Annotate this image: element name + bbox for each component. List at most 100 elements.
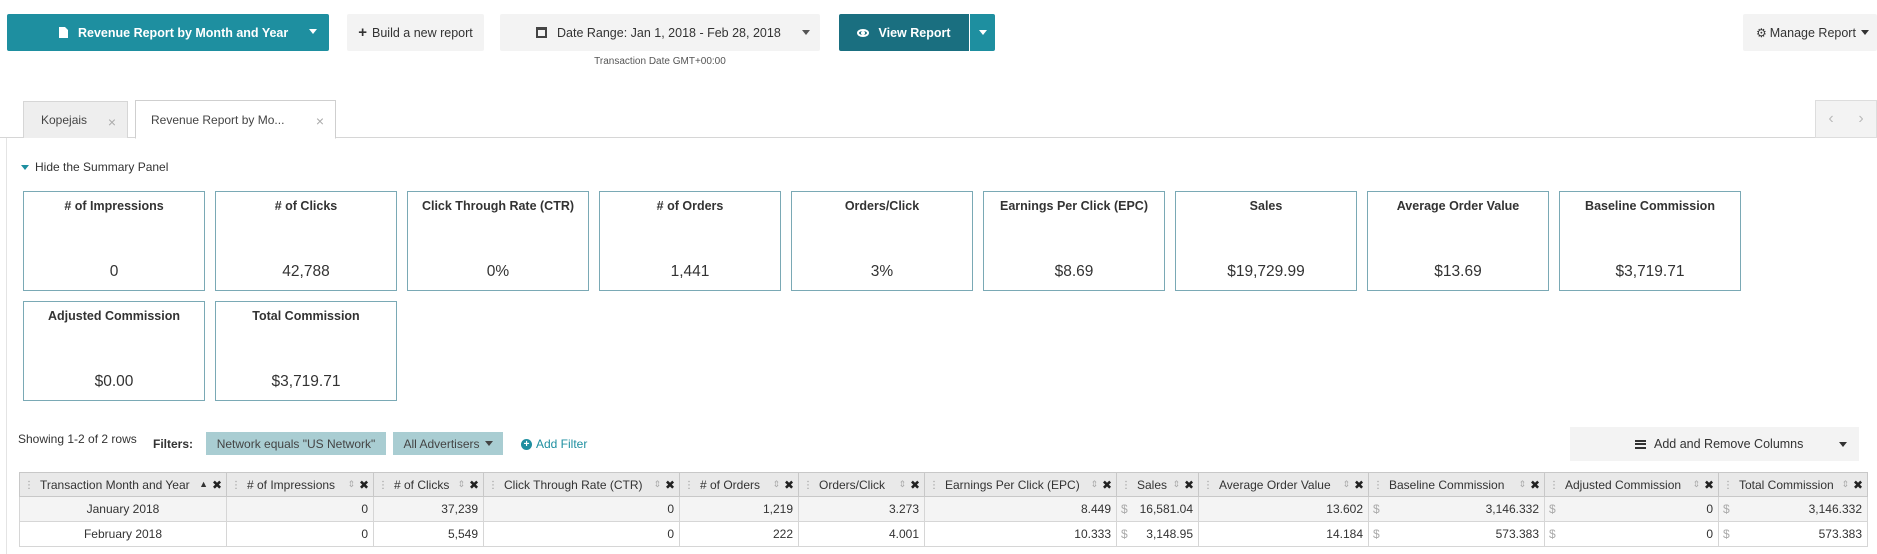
sort-asc-icon[interactable]: ▲	[199, 479, 208, 489]
sort-icon[interactable]: ⇕	[1518, 479, 1526, 490]
column-header[interactable]: ⋮ Transaction Month and Year ▲ ✖	[19, 472, 227, 497]
drag-handle-icon[interactable]: ⋮	[1549, 480, 1559, 491]
drag-handle-icon[interactable]: ⋮	[1723, 480, 1733, 491]
close-icon[interactable]: ✖	[212, 478, 222, 492]
drag-handle-icon[interactable]: ⋮	[1121, 480, 1131, 491]
close-icon[interactable]: ×	[316, 113, 324, 129]
column-header[interactable]: ⋮ # of Impressions ⇕ ✖	[226, 472, 374, 497]
filter-chip-advertisers[interactable]: All Advertisers	[393, 432, 503, 455]
add-filter-link[interactable]: + Add Filter	[521, 437, 587, 451]
column-header[interactable]: ⋮ # of Orders ⇕ ✖	[679, 472, 799, 497]
transaction-date-note: Transaction Date GMT+00:00	[594, 56, 726, 67]
close-icon[interactable]: ✖	[784, 478, 794, 492]
table-cell: January 2018	[19, 496, 227, 522]
table-cell: 0	[226, 496, 374, 522]
filter-chip-label: Network equals "US Network"	[216, 436, 376, 451]
close-icon[interactable]: ✖	[1354, 478, 1364, 492]
column-header[interactable]: ⋮ # of Clicks ⇕ ✖	[373, 472, 484, 497]
table-cell: $0	[1544, 496, 1719, 522]
column-header[interactable]: ⋮ Orders/Click ⇕ ✖	[798, 472, 925, 497]
column-header[interactable]: ⋮ Sales ⇕ ✖	[1116, 472, 1199, 497]
sort-icon[interactable]: ⇕	[457, 479, 465, 490]
close-icon[interactable]: ✖	[665, 478, 675, 492]
column-header[interactable]: ⋮ Total Commission ⇕ ✖	[1718, 472, 1868, 497]
add-remove-columns-button[interactable]: Add and Remove Columns	[1570, 427, 1859, 461]
table-cell: February 2018	[19, 521, 227, 547]
column-header[interactable]: ⋮ Baseline Commission ⇕ ✖	[1368, 472, 1545, 497]
sort-icon[interactable]: ⇕	[1841, 479, 1849, 490]
drag-handle-icon[interactable]: ⋮	[488, 480, 498, 491]
table-cell: 3.273	[798, 496, 925, 522]
card-title: Average Order Value	[1396, 199, 1520, 213]
drag-handle-icon[interactable]: ⋮	[1373, 480, 1383, 491]
currency-symbol: $	[1373, 527, 1380, 541]
row-count-text: Showing 1-2 of 2 rows	[18, 432, 137, 446]
chevron-down-icon	[484, 441, 493, 446]
sort-icon[interactable]: ⇕	[347, 479, 355, 490]
close-icon[interactable]: ✖	[1184, 478, 1194, 492]
chevron-left-icon[interactable]: ‹	[1828, 110, 1833, 128]
close-icon[interactable]: ×	[108, 114, 116, 130]
date-range-button[interactable]: Date Range: Jan 1, 2018 - Feb 28, 2018	[500, 14, 820, 51]
table-cell: 13.602	[1198, 496, 1369, 522]
drag-handle-icon[interactable]: ⋮	[684, 480, 694, 491]
cell-value: 3,146.332	[1808, 502, 1862, 516]
sort-icon[interactable]: ⇕	[653, 479, 661, 490]
close-icon[interactable]: ✖	[1530, 478, 1540, 492]
filter-chip-network[interactable]: Network equals "US Network"	[206, 432, 386, 455]
build-report-button[interactable]: + Build a new report	[347, 14, 484, 51]
table-row: January 2018 0 37,239 0 1,219 3.273 8.44…	[19, 496, 1868, 522]
close-icon[interactable]: ✖	[1704, 478, 1714, 492]
table-cell: 5,549	[373, 521, 484, 547]
chevron-right-icon[interactable]: ›	[1858, 110, 1863, 128]
summary-card-total-commission: Total Commission $3,719.71	[215, 301, 397, 401]
build-report-label: Build a new report	[372, 25, 473, 40]
card-title: Sales	[1249, 199, 1283, 213]
sort-icon[interactable]: ⇕	[1090, 479, 1098, 490]
sort-icon[interactable]: ⇕	[1692, 479, 1700, 490]
column-header[interactable]: ⋮ Earnings Per Click (EPC) ⇕ ✖	[924, 472, 1117, 497]
summary-card-adjusted-commission: Adjusted Commission $0.00	[23, 301, 205, 401]
tab-label: Revenue Report by Mo...	[151, 112, 285, 127]
tab-revenue-report[interactable]: Revenue Report by Mo... ×	[135, 100, 336, 139]
column-header[interactable]: ⋮ Click Through Rate (CTR) ⇕ ✖	[483, 472, 680, 497]
table-cell: 0	[226, 521, 374, 547]
tab-kopejais[interactable]: Kopejais ×	[23, 101, 128, 138]
table-cell: $573.383	[1718, 521, 1868, 547]
close-icon[interactable]: ✖	[469, 478, 479, 492]
caret-down-icon	[21, 164, 29, 170]
report-selector-button[interactable]: Revenue Report by Month and Year	[7, 14, 329, 51]
add-remove-columns-label: Add and Remove Columns	[1654, 437, 1804, 451]
drag-handle-icon[interactable]: ⋮	[1203, 480, 1213, 491]
chevron-down-icon	[309, 29, 317, 34]
summary-card-sales: Sales $19,729.99	[1175, 191, 1357, 291]
column-header[interactable]: ⋮ Average Order Value ⇕ ✖	[1198, 472, 1369, 497]
view-report-button[interactable]: View Report	[839, 14, 969, 51]
card-value: 0	[109, 263, 119, 280]
chevron-down-icon	[979, 30, 987, 35]
currency-symbol: $	[1121, 527, 1128, 541]
currency-symbol: $	[1549, 527, 1556, 541]
close-icon[interactable]: ✖	[910, 478, 920, 492]
drag-handle-icon[interactable]: ⋮	[378, 480, 388, 491]
drag-handle-icon[interactable]: ⋮	[929, 480, 939, 491]
drag-handle-icon[interactable]: ⋮	[803, 480, 813, 491]
summary-card-epc: Earnings Per Click (EPC) $8.69	[983, 191, 1165, 291]
drag-handle-icon[interactable]: ⋮	[24, 480, 34, 491]
sort-icon[interactable]: ⇕	[1342, 479, 1350, 490]
sort-icon[interactable]: ⇕	[898, 479, 906, 490]
manage-report-button[interactable]: ⚙ Manage Report	[1743, 14, 1877, 51]
close-icon[interactable]: ✖	[1102, 478, 1112, 492]
column-header[interactable]: ⋮ Adjusted Commission ⇕ ✖	[1544, 472, 1719, 497]
view-report-options-button[interactable]	[970, 14, 995, 51]
card-title: # of Clicks	[274, 199, 338, 213]
sort-icon[interactable]: ⇕	[772, 479, 780, 490]
table-cell: 14.184	[1198, 521, 1369, 547]
drag-handle-icon[interactable]: ⋮	[231, 480, 241, 491]
card-value: $3,719.71	[1615, 263, 1685, 280]
close-icon[interactable]: ✖	[359, 478, 369, 492]
hide-summary-toggle[interactable]: Hide the Summary Panel	[21, 160, 168, 174]
view-report-label: View Report	[878, 25, 951, 40]
close-icon[interactable]: ✖	[1853, 478, 1863, 492]
sort-icon[interactable]: ⇕	[1172, 479, 1180, 490]
